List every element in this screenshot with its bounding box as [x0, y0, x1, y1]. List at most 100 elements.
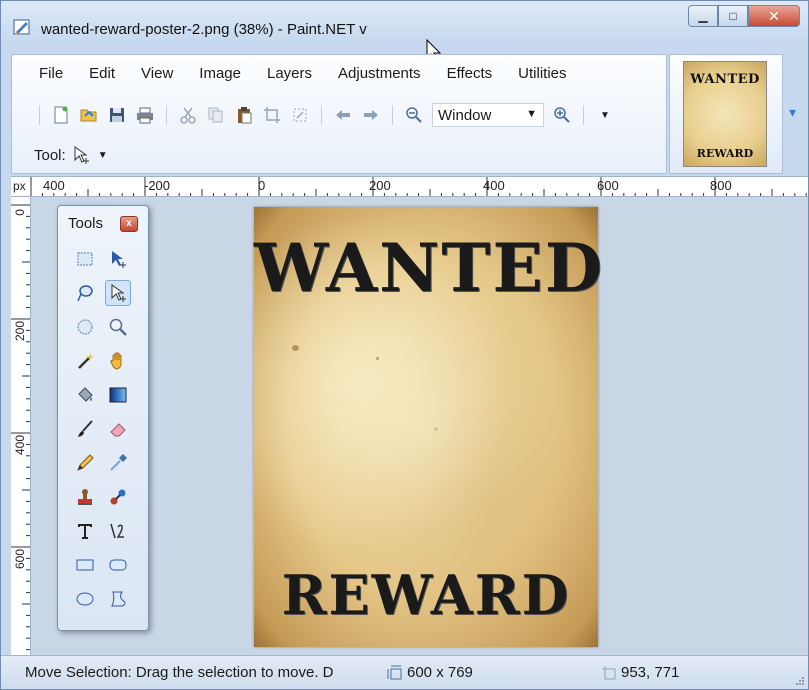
minimize-button[interactable]: ▁: [688, 5, 718, 27]
ruler-v-label: 200: [13, 321, 27, 342]
zoom-select[interactable]: Window ▼: [432, 103, 544, 127]
deselect-button[interactable]: [289, 104, 311, 126]
menu-edit[interactable]: Edit: [89, 63, 115, 87]
pencil-icon: [77, 454, 94, 471]
panel-chevron-icon[interactable]: ▾: [789, 104, 796, 121]
image-size-icon: [387, 665, 402, 679]
undo-button[interactable]: [332, 104, 354, 126]
zoom-in-button[interactable]: [551, 104, 573, 126]
dropdown-arrow-icon: ▼: [526, 108, 537, 120]
line-curve-tool[interactable]: [105, 518, 131, 544]
window-controls: ▁ □ ✕: [688, 5, 800, 29]
magic-wand-tool[interactable]: [72, 348, 98, 374]
paint-net-app-icon: [13, 19, 30, 35]
magnifier-icon: [109, 318, 127, 336]
tool-label: Tool:: [34, 146, 66, 164]
maximize-button[interactable]: □: [718, 5, 748, 27]
move-selection-tool[interactable]: [105, 280, 131, 306]
title-bar[interactable]: wanted-reward-poster-2.png (38%) - Paint…: [1, 1, 808, 45]
zoom-tool[interactable]: [105, 314, 131, 340]
poster-stain: [434, 427, 438, 431]
tools-close-button[interactable]: x: [120, 216, 138, 232]
image-size-value: 600 x 769: [407, 664, 473, 681]
rectangle-select-tool[interactable]: [72, 246, 98, 272]
cut-button[interactable]: [177, 104, 199, 126]
ellipse-select-tool[interactable]: [72, 314, 98, 340]
poster-subtitle: REWARD: [281, 563, 571, 627]
tools-window[interactable]: Tools x: [57, 205, 149, 631]
poster-image[interactable]: WANTED REWARD: [254, 207, 605, 647]
recolor-tool[interactable]: [105, 484, 131, 510]
menu-layers[interactable]: Layers: [267, 63, 312, 87]
cursor-position-icon: [602, 665, 616, 679]
menu-view[interactable]: View: [141, 63, 173, 87]
clone-stamp-tool[interactable]: [72, 484, 98, 510]
move-selected-pixels-tool[interactable]: [105, 246, 131, 272]
new-image-button[interactable]: [50, 104, 72, 126]
eraser-tool[interactable]: [105, 416, 131, 442]
open-button[interactable]: [78, 104, 100, 126]
print-button[interactable]: [134, 104, 156, 126]
menu-adjustments[interactable]: Adjustments: [338, 63, 421, 87]
pan-tool[interactable]: [105, 348, 131, 374]
ruler-ticks: [11, 204, 30, 651]
status-image-size: 600 x 769: [387, 664, 473, 681]
toolbar-separator: [321, 105, 322, 125]
lasso-select-tool[interactable]: [72, 280, 98, 306]
gradient-tool[interactable]: [105, 382, 131, 408]
ruler-h-label: 0: [258, 178, 266, 193]
resize-grip-icon[interactable]: [794, 675, 804, 685]
zoom-out-icon: [406, 107, 422, 123]
gradient-icon: [109, 387, 127, 403]
close-button[interactable]: ✕: [748, 5, 800, 27]
toolbar-area: File Edit View Image Layers Adjustments …: [11, 54, 667, 174]
rectangle-select-icon: [77, 252, 93, 266]
window-title: wanted-reward-poster-2.png (38%) - Paint…: [41, 21, 367, 38]
recolor-icon: [110, 489, 126, 505]
save-button[interactable]: [106, 104, 128, 126]
undo-arrow-icon: [336, 110, 350, 120]
main-toolbar: Window ▼ ▼: [32, 101, 619, 129]
rounded-rectangle-tool[interactable]: [105, 552, 131, 578]
ruler-ticks: [30, 177, 807, 196]
menu-effects[interactable]: Effects: [447, 63, 493, 87]
crop-button[interactable]: [261, 104, 283, 126]
tool-dropdown-arrow-icon[interactable]: ▼: [98, 150, 108, 161]
zoom-in-icon: [554, 107, 570, 123]
image-thumbnail-panel[interactable]: WANTED REWARD: [669, 54, 783, 174]
dropdown-arrow-icon: ▼: [600, 109, 610, 121]
pencil-tool[interactable]: [72, 450, 98, 476]
menu-file[interactable]: File: [39, 63, 63, 87]
menu-image[interactable]: Image: [199, 63, 241, 87]
ruler-h-label: 200: [369, 178, 391, 193]
menu-utilities[interactable]: Utilities: [518, 63, 566, 87]
paste-button[interactable]: [233, 104, 255, 126]
magic-wand-icon: [78, 353, 94, 369]
paintbrush-tool[interactable]: [72, 416, 98, 442]
color-picker-tool[interactable]: [105, 450, 131, 476]
copy-button[interactable]: [205, 104, 227, 126]
toolbar-separator: [166, 105, 167, 125]
freeform-shape-icon: [111, 591, 126, 607]
zoom-out-button[interactable]: [403, 104, 425, 126]
toolbar-separator: [583, 105, 584, 125]
image-thumbnail[interactable]: WANTED REWARD: [683, 61, 767, 167]
deselect-icon: [293, 108, 307, 122]
text-tool[interactable]: [72, 518, 98, 544]
open-folder-icon: [80, 109, 97, 122]
freeform-shape-tool[interactable]: [105, 586, 131, 612]
poster-title: WANTED: [254, 229, 605, 307]
tools-window-title: Tools: [68, 215, 104, 232]
ellipse-tool[interactable]: [72, 586, 98, 612]
paint-bucket-tool[interactable]: [72, 382, 98, 408]
move-selection-tool-icon[interactable]: [72, 145, 92, 165]
rectangle-shape-icon: [76, 559, 94, 571]
printer-icon: [137, 107, 153, 124]
rounded-rectangle-icon: [109, 559, 127, 571]
rectangle-tool[interactable]: [72, 552, 98, 578]
units-dropdown-button[interactable]: ▼: [594, 104, 616, 126]
ruler-h-label: 800: [710, 178, 732, 193]
redo-button[interactable]: [360, 104, 382, 126]
scissors-icon: [180, 107, 196, 124]
paint-bucket-icon: [78, 387, 93, 402]
